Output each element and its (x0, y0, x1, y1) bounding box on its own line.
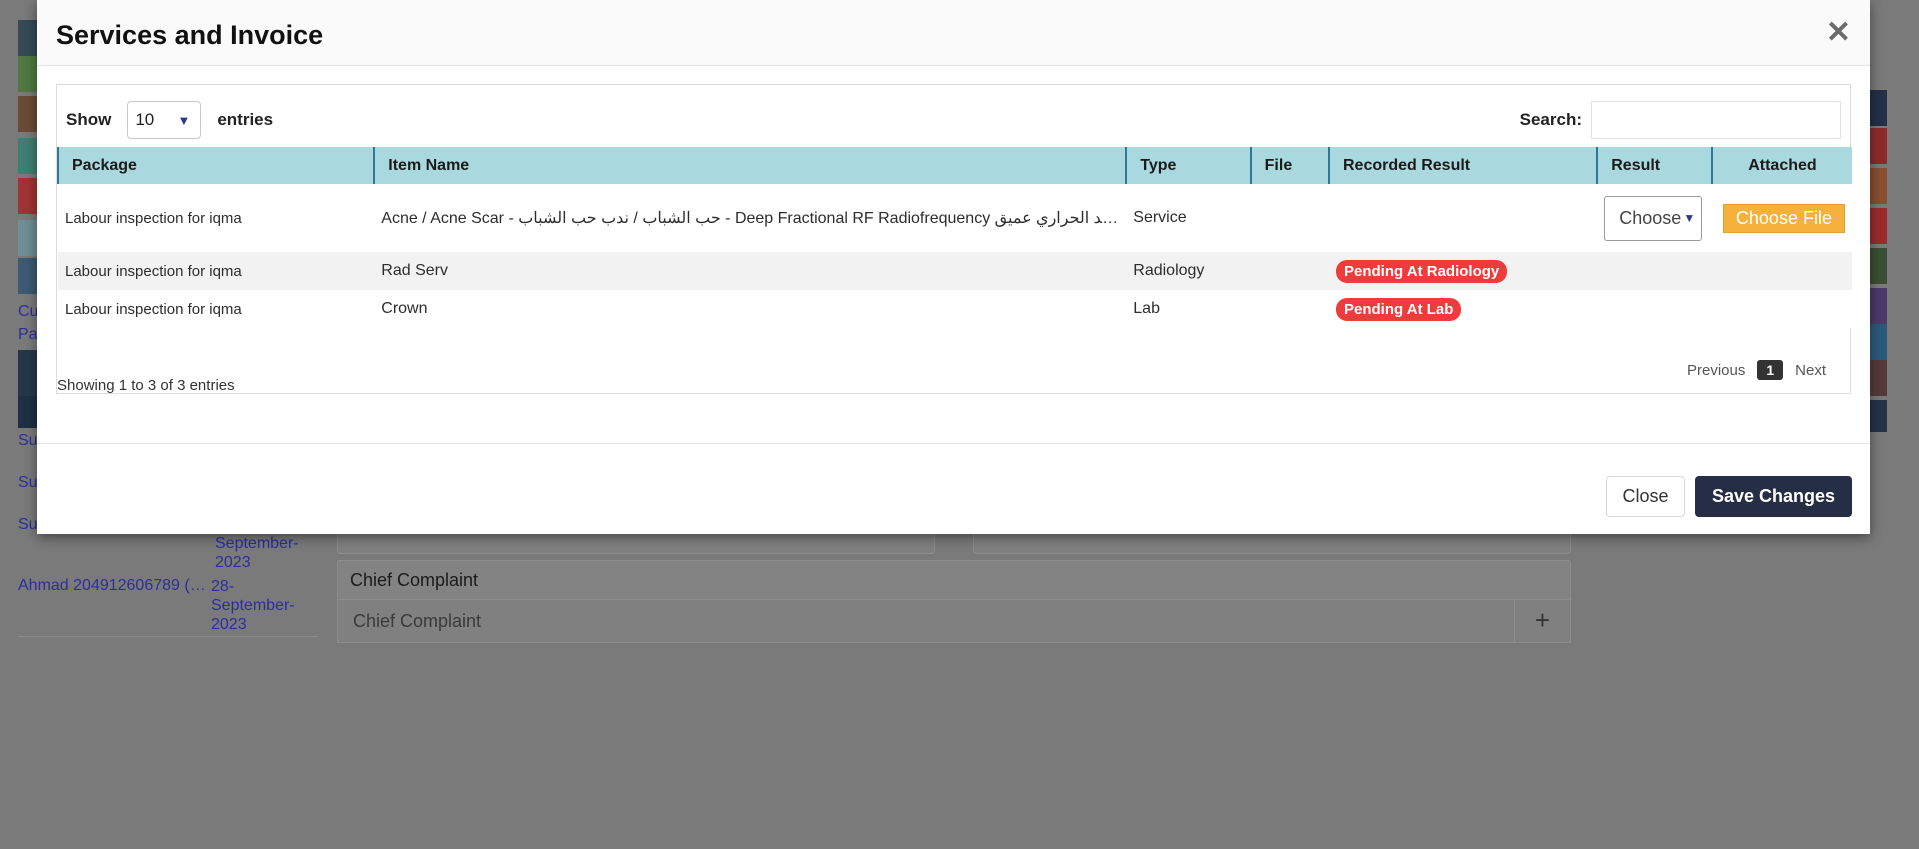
bg-link-su[interactable]: Su (18, 432, 38, 450)
result-select[interactable]: Choose ▼ (1604, 195, 1703, 241)
modal-footer: Close Save Changes (37, 443, 1870, 534)
entries-select[interactable]: 10 ▼ (127, 101, 202, 139)
services-table: Package Item Name Type File Recorded Res… (56, 147, 1852, 328)
table-row: Labour inspection for iqma Crown Lab Pen… (58, 290, 1852, 328)
chief-complaint-label: Chief Complaint (337, 560, 1571, 600)
cell-type: Radiology (1126, 252, 1251, 290)
close-icon[interactable]: ✕ (1826, 18, 1851, 48)
datatable-panel: Show 10 ▼ entries Search: Package Item N… (56, 84, 1852, 394)
pagination-next[interactable]: Next (1795, 362, 1826, 379)
search-input[interactable] (1591, 101, 1841, 139)
cell-result: Choose ▼ (1597, 184, 1712, 252)
result-select-value: Choose (1619, 207, 1682, 228)
bg-color-tile (18, 396, 38, 428)
bg-color-tile (18, 220, 38, 256)
cell-result (1597, 290, 1712, 328)
chief-complaint-input[interactable]: Chief Complaint (337, 599, 1515, 643)
choose-file-button[interactable]: Choose File (1722, 203, 1845, 233)
plus-icon[interactable]: + (1514, 599, 1571, 643)
bg-color-tile (18, 56, 38, 92)
status-badge: Pending At Radiology (1335, 259, 1508, 283)
bg-color-tile (18, 258, 38, 294)
cell-attached (1711, 252, 1852, 290)
cell-item-name: Acne / Acne Scar - حب الشباب / ندب حب ال… (374, 184, 1127, 252)
cell-item-name: Rad Serv (374, 252, 1127, 290)
cell-file (1250, 184, 1329, 252)
cell-attached: Choose File (1711, 184, 1852, 252)
search-label: Search: (1519, 110, 1582, 129)
cell-result (1597, 252, 1712, 290)
cell-file (1250, 252, 1329, 290)
bg-link-pa[interactable]: Pa (18, 326, 38, 344)
header-attached[interactable]: Attached (1710, 147, 1852, 184)
bg-date-part: 2023 (211, 616, 247, 633)
table-row: Labour inspection for iqma Acne / Acne S… (58, 184, 1852, 252)
bg-link-cu[interactable]: Cu (18, 303, 38, 321)
bg-color-tile (18, 350, 38, 396)
bg-color-tile (18, 138, 38, 174)
chevron-down-icon: ▼ (1683, 211, 1696, 225)
bg-link-su[interactable]: Su (18, 516, 38, 534)
bg-date-part: 28- (211, 578, 235, 595)
table-row: Labour inspection for iqma Rad Serv Radi… (58, 252, 1852, 290)
pagination: Previous 1 Next (1687, 360, 1826, 380)
table-header-row: Package Item Name Type File Recorded Res… (56, 147, 1852, 184)
cell-package: Labour inspection for iqma (58, 290, 375, 328)
bg-date-top: September- 2023 (215, 534, 305, 572)
bg-divider (18, 636, 318, 637)
chevron-down-icon: ▼ (177, 112, 191, 128)
modal-header: Services and Invoice ✕ (37, 0, 1870, 66)
patient-link[interactable]: Ahmad 204912606789 (… (18, 577, 206, 595)
header-package[interactable]: Package (56, 147, 375, 184)
cell-recorded-result: Pending At Radiology (1328, 252, 1598, 290)
entries-label: entries (217, 110, 274, 129)
bg-date-part: 2023 (215, 554, 251, 571)
modal-title: Services and Invoice (56, 20, 324, 50)
cell-attached (1711, 290, 1852, 328)
bg-date-part: September- (215, 535, 299, 552)
header-item-name[interactable]: Item Name (373, 147, 1127, 184)
bg-link-su[interactable]: Su (18, 474, 38, 492)
search-control: Search: (1520, 100, 1841, 140)
show-label: Show (66, 110, 112, 129)
header-type[interactable]: Type (1125, 147, 1251, 184)
bg-date-bottom: 28- September- 2023 (211, 577, 301, 634)
cell-recorded-result (1328, 184, 1598, 252)
cell-package: Labour inspection for iqma (58, 184, 375, 252)
pagination-previous[interactable]: Previous (1687, 362, 1745, 379)
status-badge: Pending At Lab (1335, 297, 1462, 321)
table-info: Showing 1 to 3 of 3 entries (57, 377, 235, 394)
cell-type: Lab (1126, 290, 1251, 328)
bg-date-part: September- (211, 597, 295, 614)
entries-select-value: 10 (135, 110, 155, 129)
bg-color-tile (18, 96, 38, 132)
header-file[interactable]: File (1249, 147, 1329, 184)
bg-color-tile (18, 20, 38, 56)
close-button[interactable]: Close (1606, 476, 1685, 517)
cell-recorded-result: Pending At Lab (1328, 290, 1598, 328)
cell-item-name: Crown (374, 290, 1127, 328)
cell-package: Labour inspection for iqma (58, 252, 375, 290)
bg-color-tile (18, 178, 38, 214)
header-recorded-result[interactable]: Recorded Result (1327, 147, 1598, 184)
save-changes-button[interactable]: Save Changes (1695, 476, 1852, 517)
header-result[interactable]: Result (1596, 147, 1712, 184)
pagination-current-page[interactable]: 1 (1757, 360, 1784, 380)
services-invoice-modal: Services and Invoice ✕ Show 10 ▼ entries… (37, 0, 1870, 534)
cell-file (1250, 290, 1329, 328)
length-control: Show 10 ▼ entries (66, 100, 273, 140)
cell-type: Service (1126, 184, 1251, 252)
